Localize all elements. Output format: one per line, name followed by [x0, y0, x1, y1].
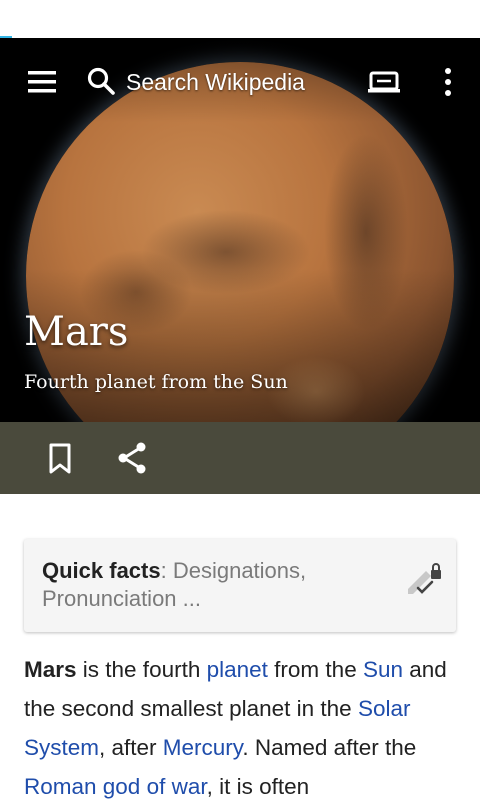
search-icon: [87, 67, 115, 95]
quick-facts-card[interactable]: Quick facts: Designations, Pronunciation…: [24, 539, 456, 632]
article-bold-term: Mars: [24, 657, 77, 682]
share-icon: [118, 442, 146, 474]
save-bookmark-button[interactable]: [36, 434, 84, 482]
article-text: is the fourth: [76, 657, 207, 682]
page-description: Fourth planet from the Sun: [24, 371, 288, 393]
status-bar: [0, 0, 480, 38]
toolbar: Search Wikipedia: [0, 38, 480, 122]
link-mercury[interactable]: Mercury: [163, 735, 243, 760]
search-placeholder[interactable]: Search Wikipedia: [126, 68, 305, 96]
overflow-menu-button[interactable]: [426, 60, 470, 104]
link-sun[interactable]: Sun: [363, 657, 403, 682]
article-body: Mars is the fourth planet from the Sun a…: [24, 650, 456, 806]
article-text: . Named after the: [242, 735, 417, 760]
lead-image-header[interactable]: Search Wikipedia Mars Fourth planet from…: [0, 38, 480, 422]
article-text: , after: [99, 735, 163, 760]
share-button[interactable]: [108, 434, 156, 482]
menu-icon: [28, 71, 56, 93]
quick-facts-label: Quick facts: [42, 558, 161, 583]
quick-facts-separator: :: [160, 558, 173, 583]
link-planet[interactable]: planet: [207, 657, 268, 682]
article-text: from the: [267, 657, 363, 682]
quick-facts-text: Quick facts: Designations, Pronunciation…: [42, 557, 382, 613]
page-title: Mars: [24, 309, 129, 355]
menu-button[interactable]: [20, 60, 64, 104]
edit-lock-icon: [408, 563, 441, 594]
reading-lists-button[interactable]: [362, 60, 406, 104]
article-text: , it is often: [206, 774, 310, 799]
reading-lists-icon: [368, 71, 400, 93]
article-action-bar: [0, 422, 480, 494]
link-roman-god-of-war[interactable]: Roman god of war: [24, 774, 207, 799]
overflow-icon: [445, 68, 451, 96]
search-bar[interactable]: Search Wikipedia: [84, 60, 354, 104]
bookmark-icon: [49, 443, 71, 474]
